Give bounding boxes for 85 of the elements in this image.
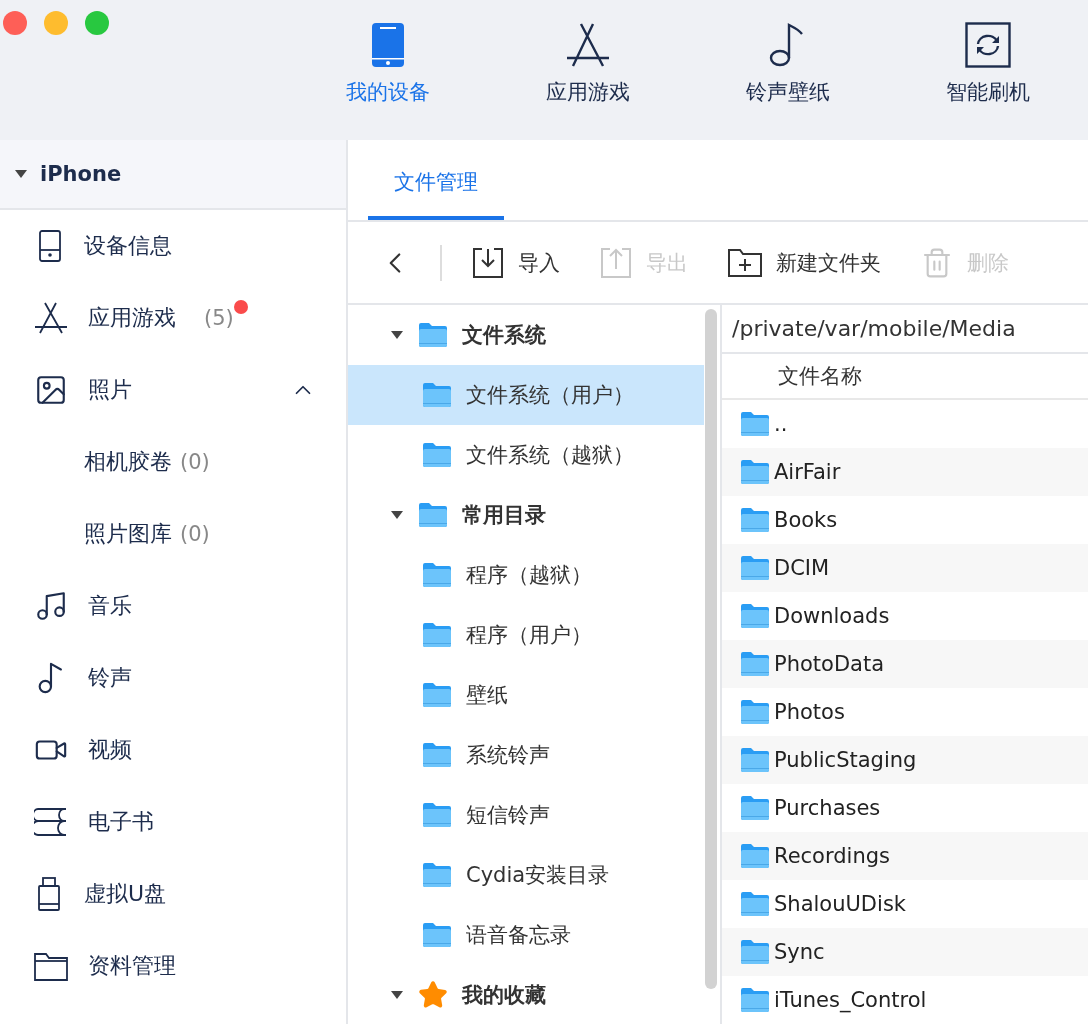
item-count: (5) — [204, 306, 234, 330]
tree-item[interactable]: 语音备忘录 — [348, 905, 704, 965]
music-notes-icon — [34, 589, 68, 623]
file-row[interactable]: DCIM — [722, 544, 1088, 592]
tree-item[interactable]: 文件系统（用户） — [348, 365, 704, 425]
expand-caret-icon[interactable] — [14, 169, 28, 179]
folder-icon — [740, 459, 770, 485]
sidebar-item[interactable]: 铃声 — [0, 642, 346, 714]
folder-icon — [422, 742, 452, 768]
image-icon — [34, 373, 68, 407]
folder-icon — [740, 987, 770, 1013]
sidebar-item[interactable]: 照片 — [0, 354, 346, 426]
folder-icon — [740, 555, 770, 581]
tree-item[interactable]: 壁纸 — [348, 665, 704, 725]
folder-icon — [422, 562, 452, 588]
export-icon — [600, 246, 632, 279]
expand-caret-icon[interactable] — [390, 510, 404, 520]
tree-item[interactable]: 系统铃声 — [348, 725, 704, 785]
tree-item[interactable]: 文件系统（越狱） — [348, 425, 704, 485]
folder-icon — [422, 682, 452, 708]
folder-icon — [740, 411, 770, 437]
tree-item[interactable]: 短信铃声 — [348, 785, 704, 845]
folder-icon — [740, 747, 770, 773]
nav-tab[interactable]: 智能刷机 — [888, 0, 1088, 140]
expand-caret-icon[interactable] — [390, 330, 404, 340]
file-row[interactable]: PhotoData — [722, 640, 1088, 688]
column-header[interactable]: 文件名称 — [778, 361, 862, 390]
item-count: (0) — [180, 522, 210, 546]
tab[interactable]: 文件管理 — [368, 142, 504, 220]
folder-icon — [418, 502, 448, 528]
toolbar-button[interactable]: 新建文件夹 — [728, 247, 881, 278]
folder-icon — [740, 939, 770, 965]
toolbar-button[interactable]: 导入 — [472, 246, 560, 279]
folder-icon — [740, 891, 770, 917]
folder-icon — [422, 442, 452, 468]
tree-group[interactable]: 文件系统 — [348, 305, 704, 365]
folder-icon — [422, 922, 452, 948]
folder-icon — [422, 802, 452, 828]
folder-icon — [740, 507, 770, 533]
sidebar-item[interactable]: 应用游戏 (5) — [0, 282, 346, 354]
folder-icon — [422, 622, 452, 648]
folder-icon — [422, 862, 452, 888]
folder-icon — [740, 603, 770, 629]
close-window-button[interactable] — [3, 11, 27, 35]
file-row[interactable]: Sync — [722, 928, 1088, 976]
item-count: (0) — [180, 450, 210, 474]
sidebar-subitem[interactable]: 照片图库 (0) — [0, 498, 346, 570]
tree-group[interactable]: 常用目录 — [348, 485, 704, 545]
book-stack-icon — [34, 807, 68, 837]
device-header[interactable]: iPhone — [0, 140, 346, 210]
path-field[interactable]: /private/var/mobile/Media — [722, 305, 1088, 354]
sidebar-item[interactable]: 虚拟U盘 — [0, 858, 346, 930]
sidebar-item[interactable]: 设备信息 — [0, 210, 346, 282]
app-store-icon — [565, 22, 611, 68]
expand-caret-icon[interactable] — [390, 990, 404, 1000]
sidebar-subitem[interactable]: 相机胶卷 (0) — [0, 426, 346, 498]
star-icon — [418, 980, 448, 1010]
scrollbar[interactable] — [705, 309, 717, 989]
sidebar-item[interactable]: 资料管理 — [0, 930, 346, 1002]
sidebar-item[interactable]: 电子书 — [0, 786, 346, 858]
folder-icon — [422, 382, 452, 408]
folder-icon — [740, 843, 770, 869]
folder-icon — [740, 795, 770, 821]
nav-tab[interactable]: 我的设备 — [288, 0, 488, 140]
nav-tab[interactable]: 铃声壁纸 — [688, 0, 888, 140]
file-row[interactable]: PublicStaging — [722, 736, 1088, 784]
file-row[interactable]: AirFair — [722, 448, 1088, 496]
sidebar-item[interactable]: 视频 — [0, 714, 346, 786]
tree-item[interactable]: Cydia安装目录 — [348, 845, 704, 905]
tree-item[interactable]: 程序（越狱） — [348, 545, 704, 605]
folder-icon — [418, 322, 448, 348]
new-folder-icon — [728, 247, 762, 278]
app-store-icon — [34, 302, 68, 334]
folder-icon — [740, 699, 770, 725]
sidebar-item[interactable]: 音乐 — [0, 570, 346, 642]
tree-group[interactable]: 我的收藏 — [348, 965, 704, 1024]
trash-icon — [921, 246, 953, 279]
refresh-icon — [965, 22, 1011, 68]
tree-item[interactable]: 程序（用户） — [348, 605, 704, 665]
import-icon — [472, 246, 504, 279]
folder-outline-icon — [34, 951, 68, 981]
tablet-icon — [371, 22, 405, 68]
folder-icon — [740, 651, 770, 677]
file-row[interactable]: Recordings — [722, 832, 1088, 880]
nav-tab[interactable]: 应用游戏 — [488, 0, 688, 140]
